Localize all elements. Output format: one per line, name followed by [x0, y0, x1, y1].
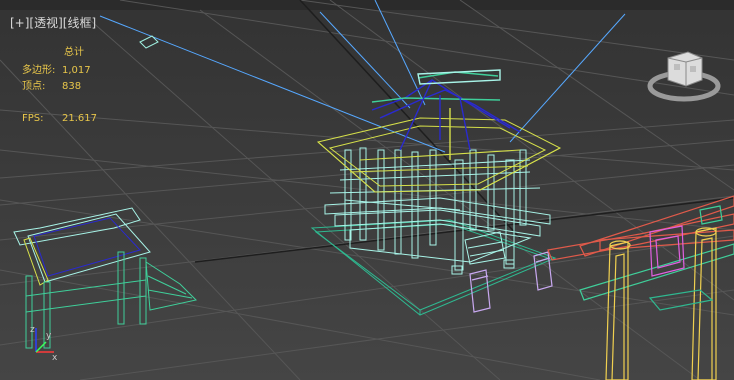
stats-polys-value: 1,017 — [62, 65, 91, 76]
scene-canvas[interactable]: z x y — [0, 0, 734, 380]
viewport-label-menu: [+][透视][线框] — [10, 14, 96, 31]
viewport-view-menu[interactable]: [透视] — [29, 16, 62, 30]
stats-polys-label: 多边形: — [22, 65, 56, 76]
lavender-posts — [469, 251, 553, 313]
temple-body — [324, 147, 551, 275]
viewport-shading-menu[interactable]: [线框] — [63, 16, 96, 30]
viewcube-navigator[interactable] — [648, 44, 718, 104]
perspective-viewport[interactable]: z x y [+][透视][线框] 总计 多边形: 1,017 顶点: 838 … — [0, 0, 734, 380]
stats-verts-label: 顶点: — [22, 81, 46, 92]
viewport-plus-menu[interactable]: [+] — [10, 16, 29, 30]
temple-roof — [316, 117, 562, 193]
stats-fps-label: FPS: — [22, 113, 44, 124]
stats-verts-value: 838 — [62, 81, 82, 92]
light-rays — [99, 0, 626, 153]
stats-heading: 总计 — [64, 47, 84, 58]
stats-fps-value: 21.617 — [62, 113, 97, 124]
axis-tripod — [14, 318, 58, 362]
